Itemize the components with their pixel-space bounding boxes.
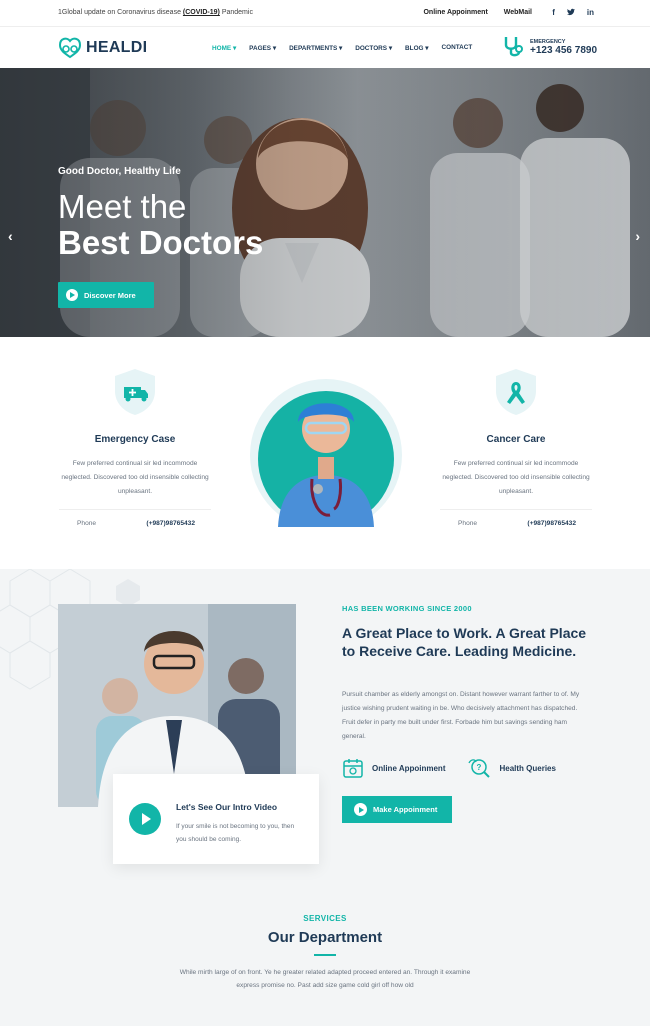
feature-title: Emergency Case <box>94 434 176 445</box>
feature-title: Cancer Care <box>486 434 546 445</box>
online-appointment-item[interactable]: Online Appoinment <box>342 757 445 779</box>
about-paragraph: Pursuit chamber as elderly amongst on. D… <box>342 691 580 740</box>
hero-subtitle: Good Doctor, Healthy Life <box>58 166 181 177</box>
site-header: HEALDI HOME ▾ PAGES ▾ DEPARTMENTS ▾ DOCT… <box>0 27 650 68</box>
features-section: Emergency Case Few preferred continual s… <box>0 337 650 569</box>
ambulance-shield-icon <box>115 369 155 415</box>
feature-phone-row: Phone (+987)98765432 <box>59 509 211 527</box>
health-queries-item[interactable]: ? Health Queries <box>467 757 556 779</box>
top-links: Online Appoinment WebMail <box>409 9 532 16</box>
make-appointment-button[interactable]: Make Appoinment <box>342 796 452 823</box>
play-circle-icon <box>66 289 78 301</box>
feature-emergency: Emergency Case Few preferred continual s… <box>59 367 211 527</box>
main-nav: HOME ▾ PAGES ▾ DEPARTMENTS ▾ DOCTORS ▾ B… <box>212 44 472 52</box>
nav-contact[interactable]: CONTACT <box>442 44 473 52</box>
nav-home[interactable]: HOME ▾ <box>212 44 236 52</box>
hero-slider: ‹ › Good Doctor, Healthy Life Meet the B… <box>0 68 650 337</box>
emergency-number[interactable]: +123 456 7890 <box>530 45 597 56</box>
logo[interactable]: HEALDI <box>58 37 147 59</box>
online-appointment-link[interactable]: Online Appoinment <box>423 9 487 16</box>
hero-title-line1: Meet the <box>58 188 187 225</box>
hero-title-line2: Best Doctors <box>58 224 264 261</box>
video-title: Let's See Our Intro Video <box>176 802 278 812</box>
covid-notice: 1Global update on Coronavirus disease (C… <box>58 9 253 16</box>
top-bar: 1Global update on Coronavirus disease (C… <box>0 0 650 27</box>
logo-text: HEALDI <box>86 39 148 56</box>
linkedin-icon[interactable]: in <box>587 8 594 18</box>
nav-departments[interactable]: DEPARTMENTS ▾ <box>289 44 342 52</box>
services-header: SERVICES Our Department While mirth larg… <box>0 914 650 992</box>
webmail-link[interactable]: WebMail <box>504 9 532 16</box>
play-circle-icon <box>354 803 367 816</box>
services-desc: While mirth large of on front. Ye he gre… <box>179 969 471 989</box>
feature-desc: Few preferred continual sir led incommod… <box>442 460 590 495</box>
video-desc: If your smile is not becoming to you, th… <box>176 823 295 843</box>
intro-video-card: Let's See Our Intro Video If your smile … <box>113 774 319 864</box>
emergency-contact: EMERGENCY +123 456 7890 <box>502 35 597 59</box>
about-heading: A Great Place to Work. A Great Place to … <box>342 625 587 659</box>
slider-next-button[interactable]: › <box>635 228 640 244</box>
nav-doctors[interactable]: DOCTORS ▾ <box>355 44 392 52</box>
feature-phone-row: Phone (+987)98765432 <box>440 509 592 527</box>
play-video-button[interactable] <box>129 803 161 835</box>
calendar-icon <box>343 759 363 778</box>
slider-prev-button[interactable]: ‹ <box>8 228 13 244</box>
discover-more-button[interactable]: Discover More <box>58 282 154 308</box>
covid-link[interactable]: (COVID-19) <box>183 9 220 16</box>
stethoscope-icon <box>504 37 523 57</box>
nav-pages[interactable]: PAGES ▾ <box>249 44 276 52</box>
about-section: Let's See Our Intro Video If your smile … <box>0 569 650 1026</box>
twitter-icon[interactable] <box>566 8 575 18</box>
services-kicker: SERVICES <box>303 914 347 923</box>
facebook-icon[interactable]: f <box>552 8 555 18</box>
about-kicker: HAS BEEN WORKING SINCE 2000 <box>342 604 472 613</box>
title-underline <box>314 954 336 956</box>
ribbon-shield-icon <box>496 369 536 415</box>
nav-blog[interactable]: BLOG ▾ <box>405 44 428 52</box>
nurse-illustration <box>250 379 402 527</box>
svg-text:?: ? <box>477 763 482 772</box>
feature-cancer: Cancer Care Few preferred continual sir … <box>440 367 592 527</box>
about-features: Online Appoinment ? Health Queries <box>342 757 556 779</box>
logo-icon <box>58 37 82 59</box>
search-health-icon: ? <box>468 759 491 778</box>
feature-desc: Few preferred continual sir led incommod… <box>61 460 209 495</box>
services-title: Our Department <box>267 929 383 946</box>
social-links: f in <box>552 8 594 18</box>
